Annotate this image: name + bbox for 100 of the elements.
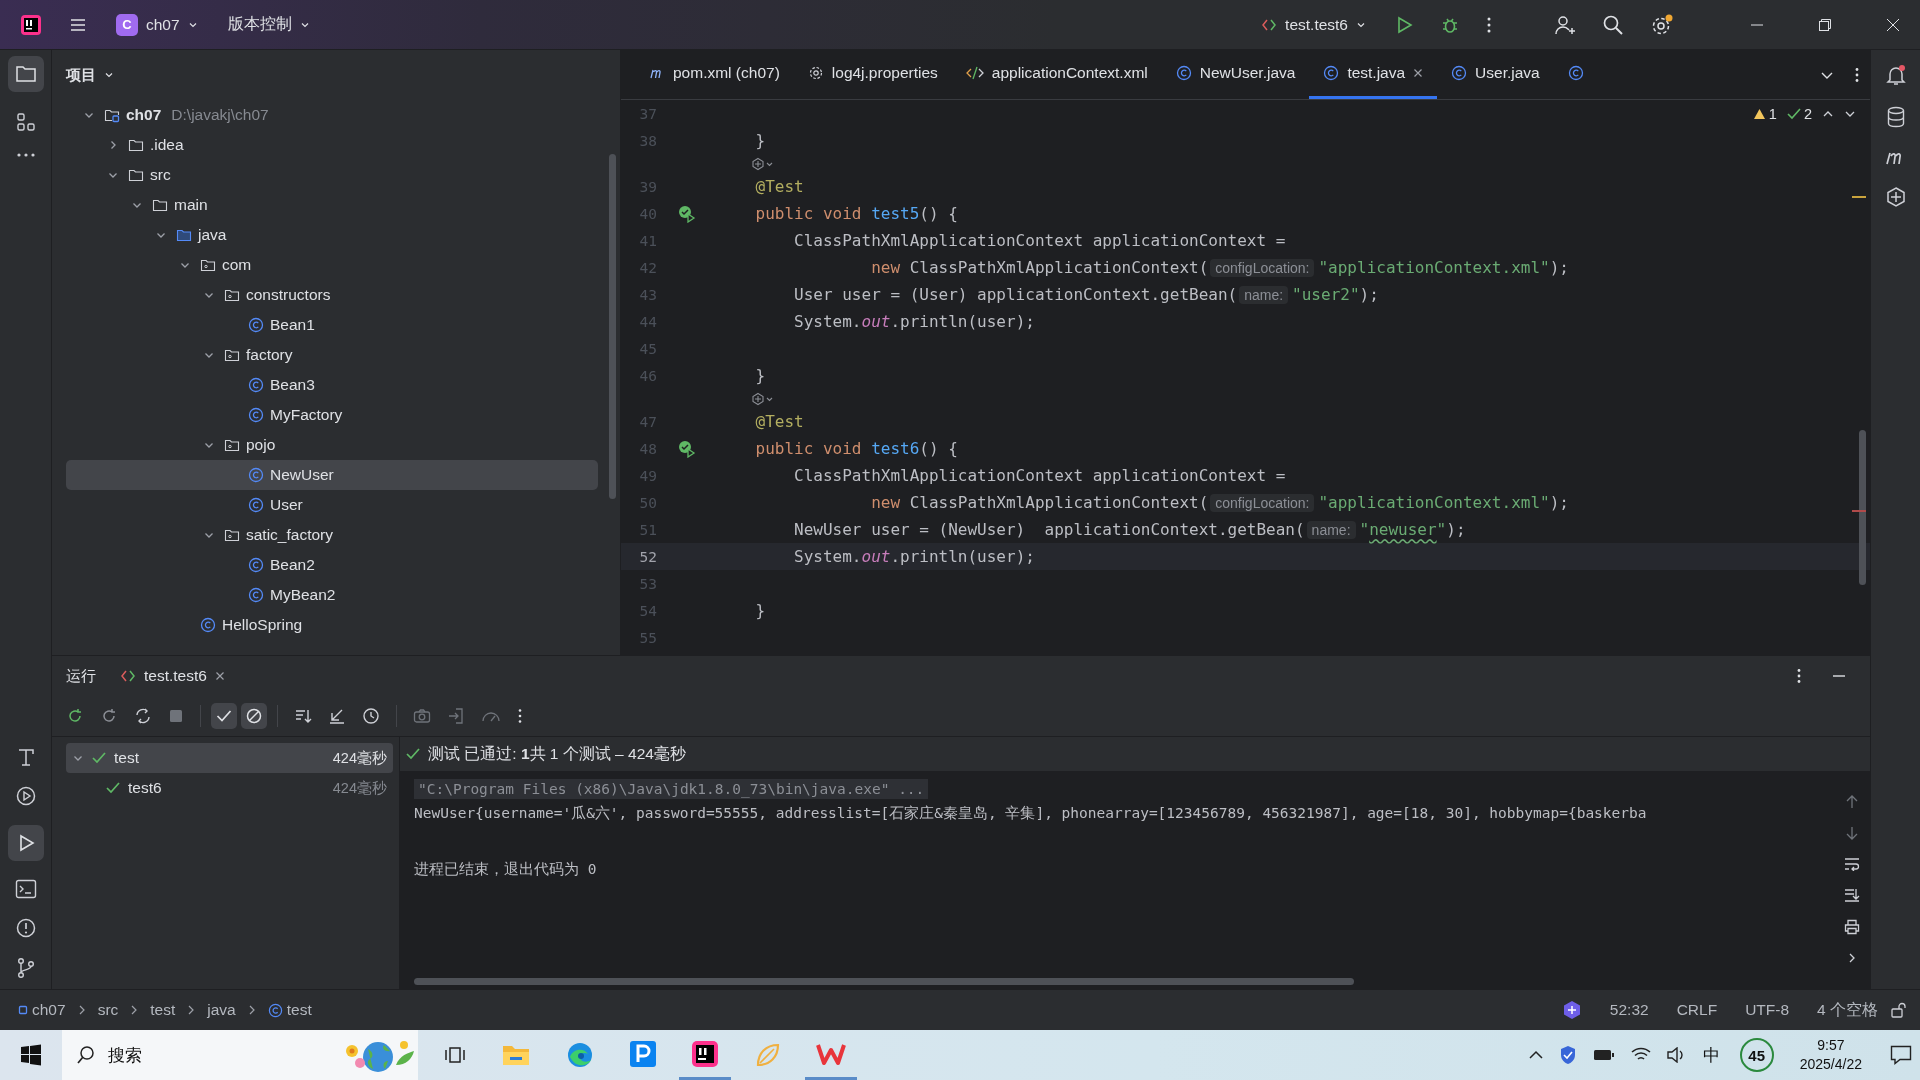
search-icon[interactable] bbox=[1602, 13, 1624, 36]
project-tool-button[interactable] bbox=[7, 56, 44, 92]
input-method-indicator[interactable]: 中 bbox=[1702, 1043, 1720, 1067]
project-view-selector[interactable]: 项目 bbox=[66, 65, 114, 85]
terminal-icon[interactable] bbox=[14, 879, 37, 899]
close-tab-icon[interactable] bbox=[214, 671, 225, 681]
tree-item[interactable]: satic_factory bbox=[66, 520, 598, 550]
ai-status-icon[interactable] bbox=[1561, 1000, 1582, 1020]
editor-tab[interactable]: NewUser.java bbox=[1161, 50, 1310, 99]
test-passed-run-icon[interactable] bbox=[678, 439, 696, 458]
tree-item[interactable]: NewUser bbox=[66, 460, 598, 490]
run-config-selector[interactable]: test.test6 bbox=[1253, 9, 1374, 40]
tree-item[interactable]: src bbox=[66, 160, 598, 190]
editor-tab[interactable]: applicationContext.xml bbox=[951, 50, 1162, 99]
camera-icon[interactable] bbox=[413, 708, 431, 724]
settings-icon[interactable] bbox=[1650, 12, 1674, 37]
ide-app-icon[interactable] bbox=[691, 1039, 719, 1068]
lock-icon[interactable] bbox=[1890, 1002, 1906, 1018]
vcs-menu[interactable]: 版本控制 bbox=[219, 8, 318, 41]
services-icon[interactable] bbox=[14, 785, 37, 807]
ai-assist-icon[interactable] bbox=[751, 156, 775, 171]
ai-assistant-icon[interactable] bbox=[1884, 186, 1907, 208]
battery-icon[interactable] bbox=[1592, 1048, 1615, 1062]
editor-tab[interactable]: pom.xml (ch07) bbox=[635, 50, 794, 99]
tree-item[interactable]: Bean1 bbox=[66, 310, 598, 340]
database-icon[interactable] bbox=[1885, 106, 1906, 128]
more-vertical-icon[interactable] bbox=[1796, 668, 1802, 684]
editor-tab[interactable]: User.java bbox=[1437, 50, 1554, 99]
performance-badge[interactable]: 45 bbox=[1739, 1038, 1774, 1072]
print-icon[interactable] bbox=[1844, 919, 1860, 935]
tree-item[interactable]: User bbox=[66, 490, 598, 520]
toggle-auto-test-icon[interactable] bbox=[134, 707, 152, 725]
show-ignored-toggle[interactable] bbox=[241, 703, 267, 729]
tree-item[interactable]: MyFactory bbox=[66, 400, 598, 430]
test-tree-item[interactable]: test6 424毫秒 bbox=[66, 773, 393, 803]
more-vertical-icon[interactable] bbox=[517, 708, 523, 724]
scrollbar[interactable] bbox=[609, 154, 616, 499]
app-icon[interactable] bbox=[629, 1039, 657, 1068]
tree-item[interactable]: factory bbox=[66, 340, 598, 370]
import-arrow-icon[interactable] bbox=[328, 707, 346, 725]
tree-item[interactable]: Bean2 bbox=[66, 550, 598, 580]
console-command[interactable]: "C:\Program Files (x86)\Java\jdk1.8.0_73\bin\java.exe" ... bbox=[414, 779, 929, 799]
stop-icon[interactable] bbox=[168, 708, 184, 724]
notification-bell-icon[interactable] bbox=[1884, 64, 1907, 86]
breadcrumb[interactable]: ch07 bbox=[18, 1001, 66, 1019]
export-icon[interactable] bbox=[447, 707, 465, 725]
status-item[interactable]: UTF-8 bbox=[1745, 1001, 1790, 1019]
app-logo-icon[interactable] bbox=[20, 13, 42, 36]
sort-icon[interactable] bbox=[294, 707, 312, 725]
task-view-icon[interactable] bbox=[444, 1044, 466, 1066]
shield-icon[interactable] bbox=[1558, 1045, 1577, 1065]
tree-item[interactable]: HelloSpring bbox=[66, 610, 598, 640]
add-user-icon[interactable] bbox=[1554, 13, 1576, 36]
tree-item[interactable]: MyBean2 bbox=[66, 580, 598, 610]
more-horizontal-icon[interactable] bbox=[15, 152, 36, 158]
editor-tab[interactable]: test.java bbox=[1309, 50, 1438, 99]
git-branch-icon[interactable] bbox=[15, 957, 36, 979]
run-tool-button[interactable] bbox=[7, 825, 44, 861]
editor-tab[interactable]: log4j.properties bbox=[793, 50, 952, 99]
tree-item[interactable]: ch07 D:\javakj\ch07 bbox=[66, 100, 598, 130]
run-tab[interactable]: test.test6 bbox=[114, 667, 231, 685]
windows-start-icon[interactable] bbox=[20, 1044, 42, 1066]
restore-icon[interactable] bbox=[1818, 17, 1832, 32]
problems-icon[interactable] bbox=[14, 917, 37, 939]
history-clock-icon[interactable] bbox=[362, 707, 380, 725]
check-count[interactable]: 2 bbox=[1786, 106, 1812, 122]
more-vertical-icon[interactable] bbox=[1854, 66, 1860, 83]
project-switcher[interactable]: C ch07 bbox=[108, 7, 206, 42]
chevron-right-icon[interactable] bbox=[1847, 952, 1857, 964]
tree-item[interactable]: main bbox=[66, 190, 598, 220]
show-passed-toggle[interactable] bbox=[211, 703, 237, 729]
status-item[interactable]: 52:32 bbox=[1609, 1001, 1649, 1019]
soft-wrap-icon[interactable] bbox=[1844, 857, 1860, 871]
browser-icon[interactable] bbox=[566, 1041, 594, 1069]
file-explorer-icon[interactable] bbox=[502, 1043, 530, 1067]
warning-count[interactable]: 1 bbox=[1752, 106, 1777, 122]
up-arrow-icon[interactable] bbox=[1845, 795, 1859, 809]
test-passed-run-icon[interactable] bbox=[678, 204, 696, 223]
scroll-to-end-icon[interactable] bbox=[1844, 888, 1860, 902]
status-item[interactable]: CRLF bbox=[1676, 1001, 1718, 1019]
close-icon[interactable] bbox=[1886, 17, 1900, 32]
tree-item[interactable]: .idea bbox=[66, 130, 598, 160]
rerun-icon[interactable] bbox=[66, 707, 84, 725]
breadcrumb[interactable]: src bbox=[97, 1001, 119, 1019]
tree-item[interactable]: com bbox=[66, 250, 598, 280]
tree-item[interactable]: java bbox=[66, 220, 598, 250]
tree-item[interactable]: pojo bbox=[66, 430, 598, 460]
scrollbar[interactable] bbox=[1859, 430, 1866, 585]
down-arrow-icon[interactable] bbox=[1845, 826, 1859, 840]
taskbar-clock[interactable]: 9:57 2025/4/22 bbox=[1799, 1036, 1862, 1074]
breadcrumb[interactable]: java bbox=[207, 1001, 236, 1019]
breadcrumb[interactable]: test bbox=[150, 1001, 176, 1019]
more-vertical-icon[interactable] bbox=[1486, 15, 1492, 34]
ai-assist-icon[interactable] bbox=[751, 391, 775, 406]
scrollbar[interactable] bbox=[414, 978, 1354, 985]
test-tree-item[interactable]: test 424毫秒 bbox=[66, 743, 393, 773]
taskbar-search-field[interactable]: 搜索 bbox=[62, 1030, 418, 1080]
volume-icon[interactable] bbox=[1666, 1047, 1685, 1063]
structure-icon[interactable] bbox=[15, 112, 36, 132]
status-item[interactable]: 4 个空格 bbox=[1817, 999, 1878, 1021]
